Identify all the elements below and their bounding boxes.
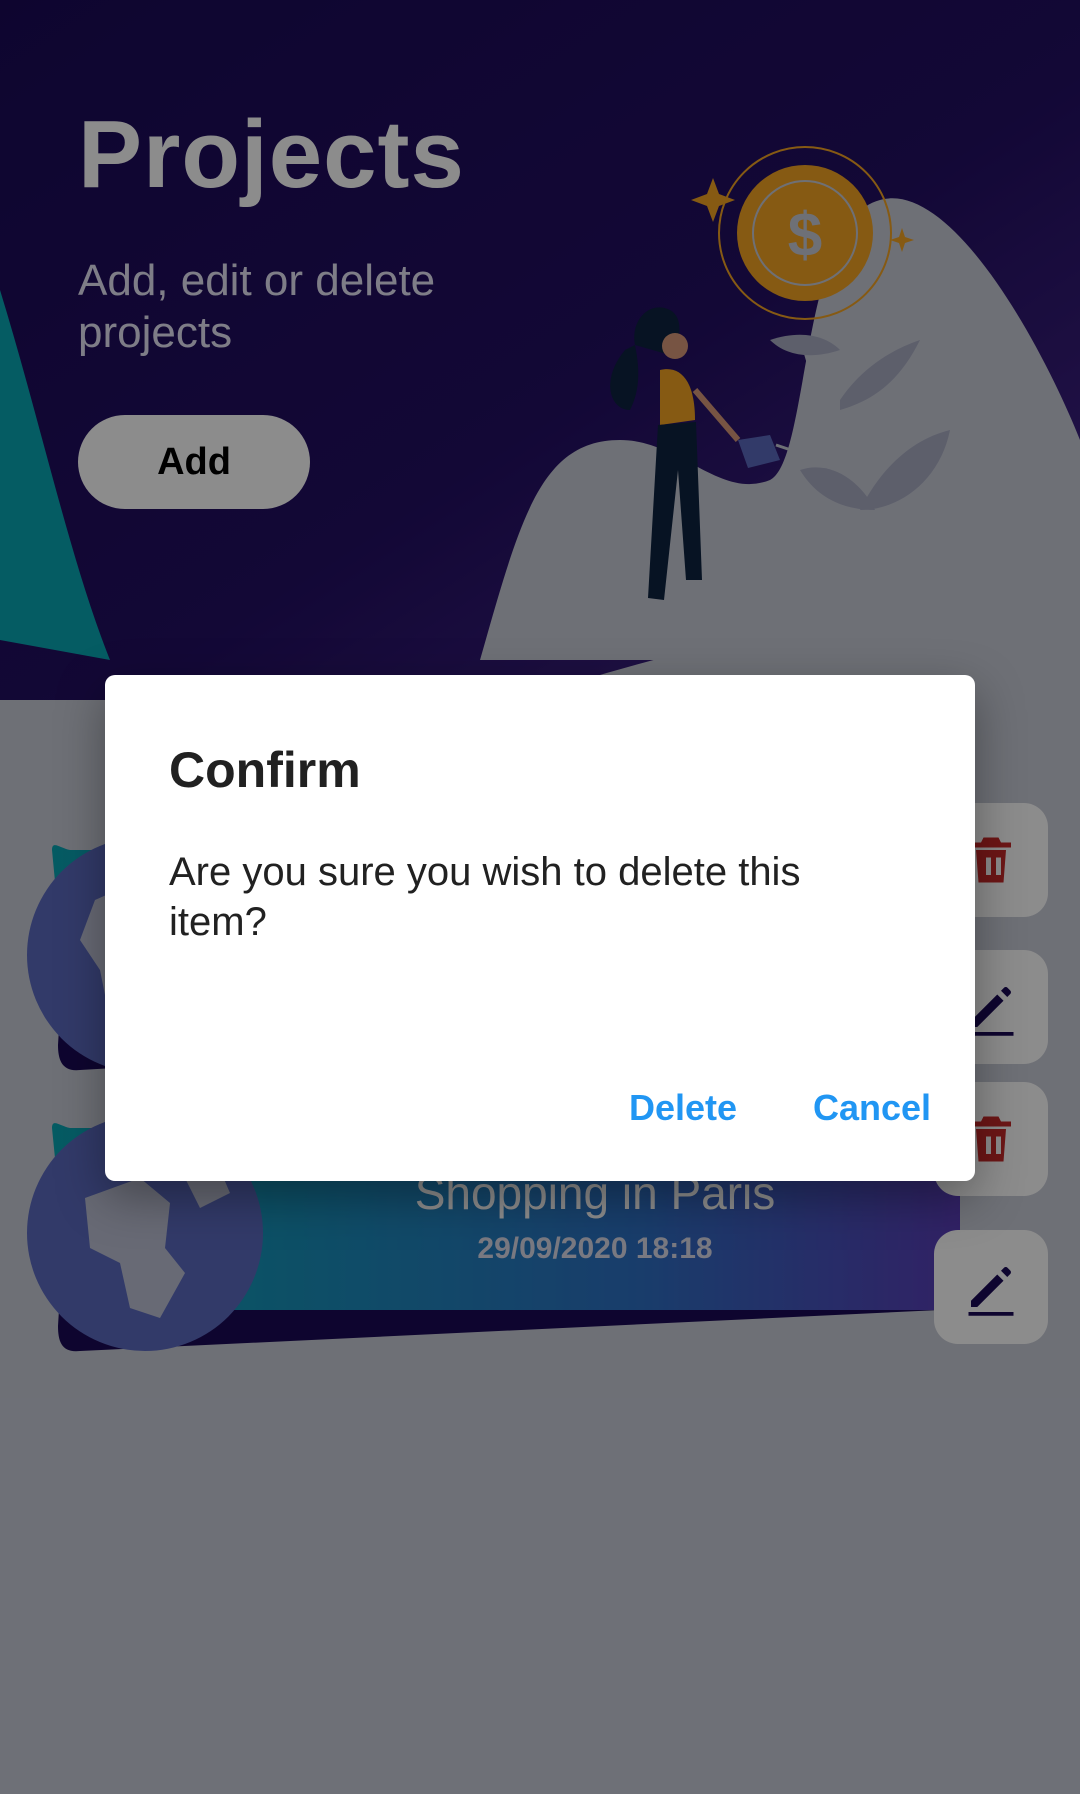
delete-button[interactable]: Delete: [619, 1073, 747, 1143]
dialog-message: Are you sure you wish to delete this ite…: [169, 850, 801, 944]
projects-screen: Projects Add, edit or delete projects Ad…: [0, 0, 1080, 1794]
cancel-button[interactable]: Cancel: [803, 1073, 941, 1143]
dialog-title: Confirm: [169, 742, 361, 798]
confirm-dialog: Confirm Are you sure you wish to delete …: [105, 675, 975, 1181]
